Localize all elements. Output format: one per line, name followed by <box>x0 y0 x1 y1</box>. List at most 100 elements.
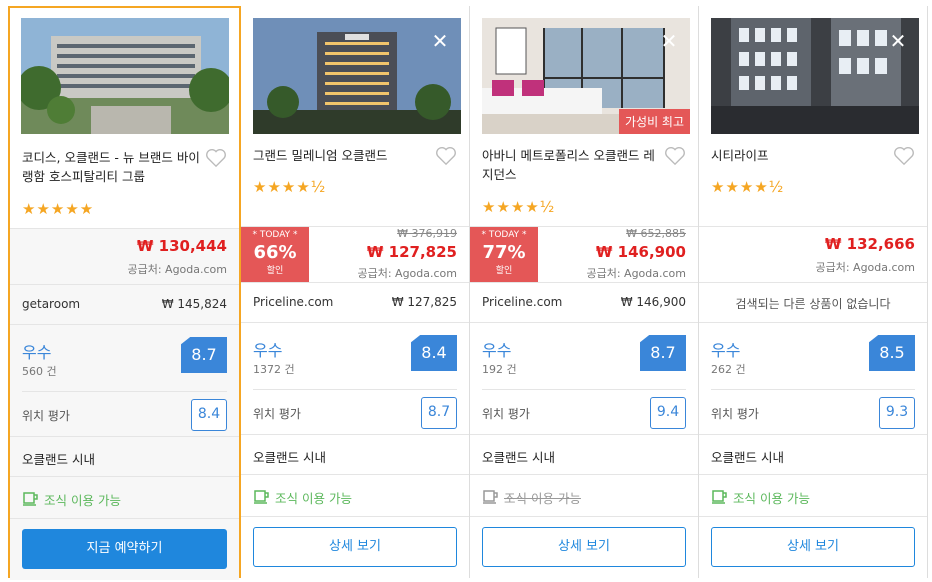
rating-label: 우수 <box>482 341 512 360</box>
area-section: 오클랜드 시내 <box>699 434 927 474</box>
breakfast-section: 조식 이용 가능 <box>241 474 469 516</box>
divider <box>482 389 686 390</box>
price-section: ₩ 130,444 공급처: Agoda.com <box>10 228 239 284</box>
breakfast-text: 조식 이용 가능 <box>275 491 352 506</box>
alt-offer[interactable]: Priceline.com ₩ 127,825 <box>241 282 469 322</box>
location-label: 위치 평가 <box>253 407 301 421</box>
review-count: 192 건 <box>482 363 517 376</box>
rating-section: 우수 192 건 8.7 위치 평가 9.4 <box>470 322 698 434</box>
discount-label: 할인 <box>266 266 284 276</box>
supplier: 공급처: Agoda.com <box>586 267 686 280</box>
hotel-photo[interactable] <box>21 18 229 134</box>
coffee-cup-icon <box>712 490 727 504</box>
heart-icon[interactable] <box>435 146 457 166</box>
hotel-name[interactable]: 아바니 메트로폴리스 오클랜드 레지던스 <box>482 146 662 184</box>
coffee-cup-icon <box>483 490 498 504</box>
rating-section: 우수 1372 건 8.4 위치 평가 8.7 <box>241 322 469 434</box>
area-section: 오클랜드 시내 <box>241 434 469 474</box>
alt-offer[interactable]: getaroom ₩ 145,824 <box>10 284 239 324</box>
hotel-photo[interactable]: ✕ <box>711 18 919 134</box>
price[interactable]: ₩ 132,666 <box>825 235 915 253</box>
hotel-name[interactable]: 시티라이프 <box>711 146 891 165</box>
price[interactable]: ₩ 130,444 <box>137 237 227 255</box>
price[interactable]: ₩ 146,900 <box>596 243 686 261</box>
location-label: 위치 평가 <box>482 407 530 421</box>
details-button[interactable]: 상세 보기 <box>482 527 686 567</box>
divider <box>711 389 915 390</box>
rating-label: 우수 <box>253 341 283 360</box>
close-icon[interactable]: ✕ <box>429 30 451 52</box>
old-price: ₩ 652,885 <box>626 227 686 240</box>
location-score: 9.3 <box>879 397 915 429</box>
location-label: 위치 평가 <box>711 407 759 421</box>
alt-offer-price: ₩ 127,825 <box>391 295 457 309</box>
no-alt-offers-text: 검색되는 다른 상품이 없습니다 <box>735 297 891 311</box>
book-now-button[interactable]: 지금 예약하기 <box>22 529 227 569</box>
score-badge: 8.7 <box>181 337 227 373</box>
button-section: 상세 보기 <box>241 516 469 578</box>
breakfast-section: 조식 이용 가능 <box>470 474 698 516</box>
review-count: 560 건 <box>22 365 57 378</box>
hotel-name[interactable]: 코디스, 오클랜드 - 뉴 브랜드 바이 랭함 호스피탈리티 그룹 <box>22 148 202 186</box>
star-rating: ★★★★★ <box>22 200 95 218</box>
score-badge: 8.5 <box>869 335 915 371</box>
hotel-card: ✕ 가성비 최고 아바니 메트로폴리스 오클랜드 레지던스 ★★★★½ * TO… <box>470 6 699 578</box>
location-score: 8.4 <box>191 399 227 431</box>
today-deal-badge: * TODAY * 77% 할인 <box>470 227 538 283</box>
breakfast-section: 조식 이용 가능 <box>10 476 239 518</box>
heart-icon[interactable] <box>205 148 227 168</box>
button-section: 지금 예약하기 <box>10 518 239 580</box>
price-section: * TODAY * 66% 할인 ₩ 376,919 ₩ 127,825 공급처… <box>241 226 469 283</box>
best-value-badge: 가성비 최고 <box>618 109 690 134</box>
price-section: ₩ 132,666 공급처: Agoda.com <box>699 226 927 282</box>
star-rating: ★★★★½ <box>711 178 785 196</box>
supplier: 공급처: Agoda.com <box>127 263 227 276</box>
coffee-cup-icon <box>23 492 38 506</box>
hotel-photo[interactable]: ✕ 가성비 최고 <box>482 18 690 134</box>
location-score: 8.7 <box>421 397 457 429</box>
heart-icon[interactable] <box>893 146 915 166</box>
close-icon[interactable]: ✕ <box>887 30 909 52</box>
alt-offer-name: getaroom <box>22 297 81 311</box>
price[interactable]: ₩ 127,825 <box>367 243 457 261</box>
discount-label: 할인 <box>495 266 513 276</box>
star-rating: ★★★★½ <box>253 178 327 196</box>
supplier: 공급처: Agoda.com <box>357 267 457 280</box>
today-label: * TODAY * <box>481 230 527 240</box>
heart-icon[interactable] <box>664 146 686 166</box>
close-icon[interactable]: ✕ <box>658 30 680 52</box>
area-text: 오클랜드 시내 <box>253 450 326 465</box>
breakfast-text: 조식 이용 가능 <box>504 491 581 506</box>
hotel-name[interactable]: 그랜드 밀레니엄 오클랜드 <box>253 146 433 165</box>
breakfast-text: 조식 이용 가능 <box>44 493 121 508</box>
hotel-photo[interactable]: ✕ <box>253 18 461 134</box>
alt-offer-price: ₩ 145,824 <box>161 297 227 311</box>
today-deal-badge: * TODAY * 66% 할인 <box>241 227 309 283</box>
divider <box>22 391 227 392</box>
breakfast-section: 조식 이용 가능 <box>699 474 927 516</box>
review-count: 1372 건 <box>253 363 295 376</box>
score-badge: 8.4 <box>411 335 457 371</box>
breakfast-text: 조식 이용 가능 <box>733 491 810 506</box>
area-text: 오클랜드 시내 <box>711 450 784 465</box>
divider <box>253 389 457 390</box>
old-price: ₩ 376,919 <box>397 227 457 240</box>
discount-percent: 77% <box>482 242 526 263</box>
details-button[interactable]: 상세 보기 <box>253 527 457 567</box>
score-badge: 8.7 <box>640 335 686 371</box>
area-text: 오클랜드 시내 <box>22 452 95 467</box>
hotel-card: 코디스, 오클랜드 - 뉴 브랜드 바이 랭함 호스피탈리티 그룹 ★★★★★ … <box>8 6 241 580</box>
alt-offer[interactable]: Priceline.com ₩ 146,900 <box>470 282 698 322</box>
coffee-cup-icon <box>254 490 269 504</box>
hotel-card: ✕ 시티라이프 ★★★★½ ₩ 132,666 공급처: Agoda.com 검… <box>699 6 928 578</box>
alt-offer: 검색되는 다른 상품이 없습니다 <box>699 282 927 322</box>
location-score: 9.4 <box>650 397 686 429</box>
star-rating: ★★★★½ <box>482 198 556 216</box>
alt-offer-name: Priceline.com <box>482 295 563 309</box>
price-section: * TODAY * 77% 할인 ₩ 652,885 ₩ 146,900 공급처… <box>470 226 698 283</box>
button-section: 상세 보기 <box>699 516 927 578</box>
area-section: 오클랜드 시내 <box>470 434 698 474</box>
details-button[interactable]: 상세 보기 <box>711 527 915 567</box>
hotel-card: ✕ 그랜드 밀레니엄 오클랜드 ★★★★½ * TODAY * 66% 할인 ₩… <box>241 6 470 578</box>
area-text: 오클랜드 시내 <box>482 450 555 465</box>
